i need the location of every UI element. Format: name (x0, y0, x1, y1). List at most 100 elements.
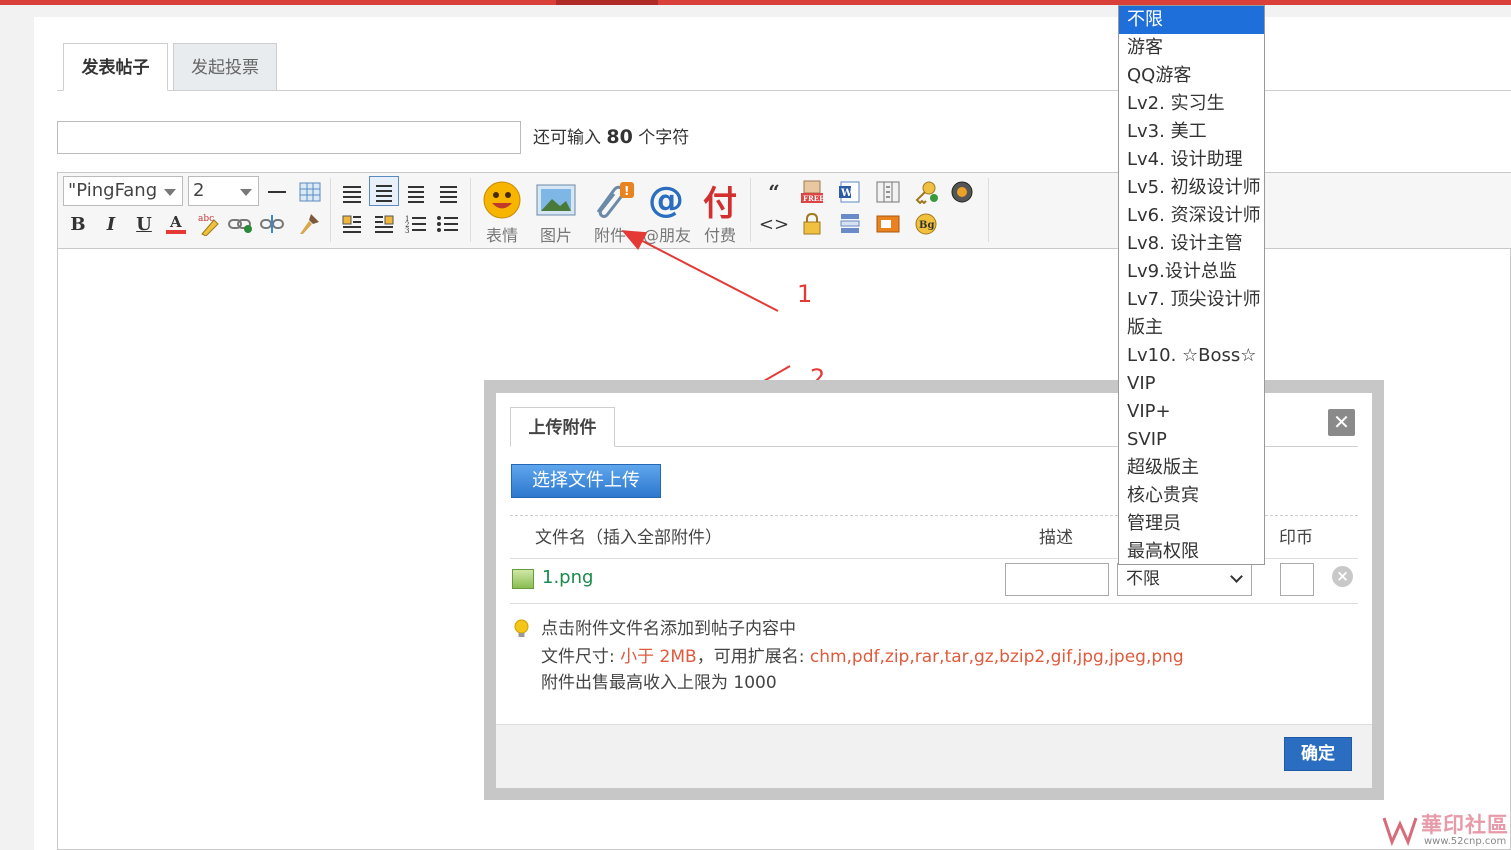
permission-option[interactable]: 不限 (1119, 6, 1264, 34)
font-size-select[interactable]: 2 (188, 176, 259, 206)
permission-option[interactable]: Lv6. 资深设计师 (1119, 202, 1264, 230)
counter-number: 80 (606, 126, 633, 148)
bg-glyph: Bg (919, 220, 934, 231)
permission-option[interactable]: 超级版主 (1119, 454, 1264, 482)
choose-file-upload-button[interactable]: 选择文件上传 (511, 464, 661, 498)
underline-icon[interactable]: U (130, 210, 158, 238)
ext-value: chm,pdf,zip,rar,tar,gz,bzip2,gif,jpg,jpe… (809, 647, 1184, 667)
code-icon[interactable]: <> (759, 210, 789, 238)
word-icon[interactable]: W (836, 178, 864, 206)
permission-option[interactable]: Lv7. 顶尖设计师 (1119, 286, 1264, 314)
free-icon[interactable]: FREE (798, 178, 826, 206)
mention-icon[interactable]: @ (642, 178, 690, 222)
svg-text:W: W (840, 188, 853, 199)
permission-selected-value: 不限 (1126, 569, 1160, 589)
align-center-icon[interactable] (402, 178, 430, 206)
permission-option[interactable]: QQ游客 (1119, 62, 1264, 90)
permission-option[interactable]: VIP+ (1119, 398, 1264, 426)
tab-divider (57, 90, 1511, 91)
pay-icon[interactable]: 付 (696, 178, 744, 224)
permission-option[interactable]: Lv5. 初级设计师 (1119, 174, 1264, 202)
italic-icon[interactable]: I (97, 210, 125, 238)
permission-option[interactable]: 最高权限 (1119, 538, 1264, 566)
free-glyph: FREE (803, 194, 824, 203)
text-color-icon[interactable]: A (162, 210, 190, 238)
font-size-value: 2 (193, 180, 205, 201)
title-input[interactable] (57, 121, 521, 154)
permission-dropdown-list[interactable]: 不限 游客 QQ游客 Lv2. 实习生 Lv3. 美工 Lv4. 设计助理 Lv5. 初级设… (1118, 5, 1265, 565)
image-icon[interactable] (532, 178, 580, 222)
tab-new-poll[interactable]: 发起投票 (173, 43, 277, 91)
permission-option[interactable]: 游客 (1119, 34, 1264, 62)
permission-option[interactable]: 管理员 (1119, 510, 1264, 538)
permission-option[interactable]: Lv9.设计总监 (1119, 258, 1264, 286)
align-left-icon[interactable] (369, 176, 399, 206)
dialog-footer (496, 724, 1372, 788)
clear-format-icon[interactable] (295, 210, 323, 238)
permission-option[interactable]: 版主 (1119, 314, 1264, 342)
permission-option[interactable]: 核心贵宾 (1119, 482, 1264, 510)
permission-option[interactable]: Lv2. 实习生 (1119, 90, 1264, 118)
ext-prefix: ，可用扩展名: (696, 647, 810, 667)
align-justify-icon[interactable] (338, 178, 366, 206)
password-icon[interactable] (912, 178, 940, 206)
background-icon[interactable]: Bg (912, 210, 940, 238)
image-file-icon (512, 569, 534, 589)
bold-icon[interactable]: B (64, 210, 92, 238)
horizontal-rule-icon[interactable] (263, 178, 291, 206)
unlink-icon[interactable] (258, 210, 286, 238)
emoji-icon[interactable] (478, 178, 526, 222)
font-family-value: "PingFang (68, 180, 158, 201)
tip-line-3: 附件出售最高收入上限为 1000 (541, 673, 777, 693)
quote-icon[interactable]: “ (760, 178, 788, 206)
svg-text:3: 3 (405, 227, 409, 234)
table-icon[interactable] (296, 178, 324, 206)
attachment-description-input[interactable] (1005, 563, 1109, 596)
svg-text:A: A (169, 213, 182, 231)
permission-option[interactable]: Lv8. 设计主管 (1119, 230, 1264, 258)
attachment-filename-link[interactable]: 1.png (542, 567, 593, 588)
attachment-icon[interactable]: ! (588, 178, 636, 222)
align-right-icon[interactable] (434, 178, 462, 206)
permission-option[interactable]: SVIP (1119, 426, 1264, 454)
permission-option[interactable]: Lv10. ☆Boss☆ (1119, 342, 1264, 370)
size-prefix: 文件尺寸: (541, 647, 621, 667)
delete-attachment-icon[interactable]: × (1332, 566, 1353, 587)
chevron-down-icon (1230, 570, 1243, 583)
emoji-label: 表情 (485, 226, 518, 245)
column-header-filename[interactable]: 文件名（插入全部附件） (535, 526, 722, 550)
toolbar-separator (470, 178, 471, 242)
lock-icon[interactable] (798, 210, 826, 238)
media-icon[interactable] (874, 210, 902, 238)
float-right-icon[interactable] (370, 210, 398, 238)
highlight-icon[interactable]: abc (194, 210, 222, 238)
flash-icon[interactable] (948, 178, 976, 206)
unordered-list-icon[interactable] (434, 210, 462, 238)
tab-upload-attachment[interactable]: 上传附件 (510, 407, 615, 447)
tab-new-post[interactable]: 发表帖子 (63, 43, 168, 91)
dialog-close-button[interactable]: ✕ (1328, 409, 1355, 436)
column-header-price: 印币 (1279, 528, 1313, 548)
top-accent-bar (0, 0, 1511, 5)
pay-label: 付费 (703, 226, 736, 245)
attachment-price-input[interactable] (1280, 563, 1314, 596)
font-family-select[interactable]: "PingFang (63, 176, 183, 206)
ordered-list-icon[interactable]: 123 (402, 210, 430, 238)
columns-icon[interactable] (874, 178, 902, 206)
row-divider (510, 603, 1358, 604)
image-label: 图片 (539, 226, 572, 245)
lightbulb-icon (514, 619, 529, 637)
toolbar-separator (988, 178, 989, 242)
watermark-text: 華印社區 (1421, 813, 1509, 837)
confirm-button[interactable]: 确定 (1284, 737, 1352, 771)
link-icon[interactable] (226, 210, 254, 238)
permission-option[interactable]: VIP (1119, 370, 1264, 398)
hide-content-icon[interactable] (836, 210, 864, 238)
attachment-permission-select[interactable]: 不限 (1117, 563, 1252, 596)
size-value: 小于 2MB (620, 647, 697, 667)
svg-text:!: ! (624, 184, 629, 198)
permission-option[interactable]: Lv4. 设计助理 (1119, 146, 1264, 174)
tip-line-1: 点击附件文件名添加到帖子内容中 (541, 619, 796, 639)
float-left-icon[interactable] (338, 210, 366, 238)
permission-option[interactable]: Lv3. 美工 (1119, 118, 1264, 146)
